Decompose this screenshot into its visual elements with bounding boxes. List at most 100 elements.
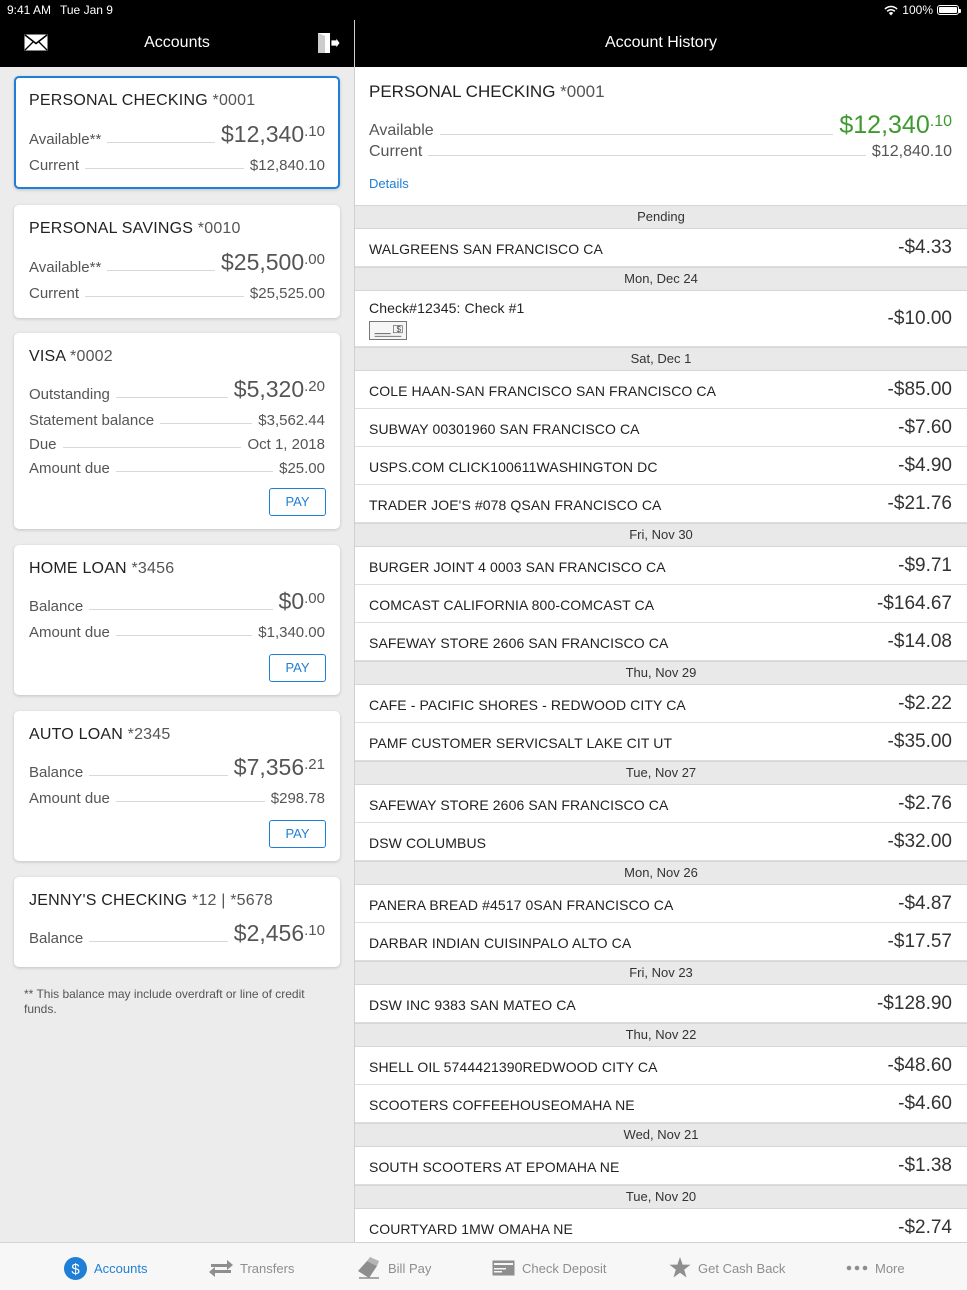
outstanding-balance: $5,320.20: [233, 376, 325, 402]
account-title: PERSONAL CHECKING *0001: [29, 92, 255, 110]
row-label: Available**: [29, 259, 102, 276]
transaction-description: BURGER JOINT 4 0003 SAN FRANCISCO CA: [369, 559, 666, 575]
tab-label: Check Deposit: [522, 1260, 607, 1276]
transaction-amount: -$1.38: [898, 1155, 952, 1176]
transaction-row[interactable]: TRADER JOE'S #078 QSAN FRANCISCO CA -$21.…: [355, 485, 967, 523]
transaction-amount: -$85.00: [887, 379, 952, 400]
transaction-row[interactable]: DSW INC 9383 SAN MATEO CA -$128.90: [355, 985, 967, 1023]
account-name: PERSONAL SAVINGS: [29, 220, 194, 237]
account-number: *0001: [212, 92, 256, 109]
transaction-row[interactable]: WALGREENS SAN FRANCISCO CA -$4.33: [355, 229, 967, 267]
transaction-row[interactable]: BURGER JOINT 4 0003 SAN FRANCISCO CA -$9.…: [355, 547, 967, 585]
tab-label: More: [875, 1260, 905, 1276]
status-right: 100%: [884, 3, 961, 17]
account-card-personal-savings[interactable]: PERSONAL SAVINGS *0010 Available** $25,5…: [14, 205, 340, 318]
sign-out-icon[interactable]: [316, 32, 340, 54]
date-section-header: Mon, Nov 26: [355, 861, 967, 885]
account-card-home-loan[interactable]: HOME LOAN *3456 Balance $0.00 Amount due…: [14, 545, 340, 695]
pay-button[interactable]: PAY: [269, 488, 326, 516]
available-balance: $12,340.10: [221, 121, 325, 147]
details-link[interactable]: Details: [369, 176, 409, 191]
current-balance: $12,840.10: [249, 157, 325, 174]
transaction-description: TRADER JOE'S #078 QSAN FRANCISCO CA: [369, 497, 662, 513]
transaction-row[interactable]: SUBWAY 00301960 SAN FRANCISCO CA -$7.60: [355, 409, 967, 447]
detail-available-label: Available: [369, 122, 434, 139]
transaction-amount: -$4.33: [898, 237, 952, 258]
tab-label: Get Cash Back: [698, 1260, 786, 1276]
transaction-row[interactable]: PANERA BREAD #4517 0SAN FRANCISCO CA -$4.…: [355, 885, 967, 923]
statement-balance: $3,562.44: [258, 412, 325, 429]
transaction-amount: -$2.76: [898, 793, 952, 814]
transaction-row[interactable]: CAFE - PACIFIC SHORES - REDWOOD CITY CA -…: [355, 685, 967, 723]
tab-check-deposit[interactable]: Check Deposit: [492, 1255, 607, 1281]
date-section-header: Wed, Nov 21: [355, 1123, 967, 1147]
row-label: Balance: [29, 764, 84, 781]
transaction-amount: -$7.60: [898, 417, 952, 438]
account-summary: PERSONAL CHECKING *0001 Available $12,34…: [355, 67, 967, 205]
transaction-list: Pending WALGREENS SAN FRANCISCO CA -$4.33 M…: [355, 205, 967, 1242]
pay-button[interactable]: PAY: [269, 654, 326, 682]
accounts-navbar: Accounts: [0, 20, 354, 67]
transaction-row[interactable]: DARBAR INDIAN CUISINPALO ALTO CA -$17.57: [355, 923, 967, 961]
date-section-header: Tue, Nov 20: [355, 1185, 967, 1209]
account-card-visa[interactable]: VISA *0002 Outstanding $5,320.20 Stateme…: [14, 333, 340, 529]
pay-button[interactable]: PAY: [269, 820, 326, 848]
date-section-header: Fri, Nov 30: [355, 523, 967, 547]
account-title: PERSONAL SAVINGS *0010: [29, 220, 241, 238]
transaction-row[interactable]: USPS.COM CLICK100611WASHINGTON DC -$4.90: [355, 447, 967, 485]
row-label: Due: [29, 436, 57, 453]
accounts-list: PERSONAL CHECKING *0001 Available** $12,…: [0, 67, 354, 1242]
transaction-description: WALGREENS SAN FRANCISCO CA: [369, 241, 603, 257]
due-row: Due Oct 1, 2018: [29, 431, 325, 453]
account-title: HOME LOAN *3456: [29, 560, 174, 578]
tab-get-cash-back[interactable]: Get Cash Back: [669, 1255, 785, 1281]
transaction-amount: -$10.00: [887, 308, 952, 329]
transaction-row[interactable]: Check#12345: Check #1 -$10.00 $: [355, 291, 967, 347]
transaction-row[interactable]: SHELL OIL 5744421390REDWOOD CITY CA -$48.…: [355, 1047, 967, 1085]
balance-footnote: ** This balance may include overdraft or…: [24, 987, 305, 1016]
check-image-icon[interactable]: $: [369, 321, 407, 340]
due-date: Oct 1, 2018: [247, 436, 325, 453]
row-label: Amount due: [29, 624, 110, 641]
transaction-row[interactable]: COLE HAAN-SAN FRANCISCO SAN FRANCISCO CA…: [355, 371, 967, 409]
transaction-amount: -$164.67: [876, 593, 952, 614]
balance-row: Balance $0.00: [29, 588, 325, 615]
status-date: Tue Jan 9: [60, 3, 113, 17]
tab-bar: $ Accounts Transfers Bill Pay Check Depo…: [0, 1242, 967, 1290]
account-number: *3456: [131, 560, 175, 577]
account-card-jennys-checking[interactable]: JENNY'S CHECKING *12 | *5678 Balance $2,…: [14, 877, 340, 967]
tab-label: Accounts: [94, 1260, 148, 1276]
more-dots-icon: [846, 1265, 868, 1271]
transaction-description: USPS.COM CLICK100611WASHINGTON DC: [369, 459, 658, 475]
transaction-row[interactable]: SOUTH SCOOTERS AT EPOMAHA NE -$1.38: [355, 1147, 967, 1185]
transaction-amount: -$48.60: [887, 1055, 952, 1076]
tab-accounts[interactable]: $ Accounts: [64, 1255, 147, 1281]
current-row: Current $12,840.10: [29, 152, 325, 174]
tab-bill-pay[interactable]: Bill Pay: [357, 1255, 431, 1281]
account-name: PERSONAL CHECKING: [29, 92, 208, 109]
account-card-auto-loan[interactable]: AUTO LOAN *2345 Balance $7,356.21 Amount…: [14, 711, 340, 861]
accounts-title: Accounts: [144, 34, 210, 51]
transaction-row[interactable]: COURTYARD 1MW OMAHA NE -$2.74: [355, 1209, 967, 1242]
date-section-header: Thu, Nov 22: [355, 1023, 967, 1047]
row-label: Amount due: [29, 790, 110, 807]
account-card-personal-checking[interactable]: PERSONAL CHECKING *0001 Available** $12,…: [14, 76, 340, 189]
transaction-row[interactable]: DSW COLUMBUS -$32.00: [355, 823, 967, 861]
account-number: *0002: [70, 348, 113, 365]
balance-row: Balance $7,356.21: [29, 754, 325, 781]
balance-row: Balance $2,456.10: [29, 920, 325, 947]
loan-balance: $0.00: [278, 588, 325, 614]
available-row: Available** $25,500.00: [29, 249, 325, 276]
transaction-description: DARBAR INDIAN CUISINPALO ALTO CA: [369, 935, 632, 951]
transaction-row[interactable]: PAMF CUSTOMER SERVICSALT LAKE CIT UT -$35…: [355, 723, 967, 761]
transaction-row[interactable]: COMCAST CALIFORNIA 800-COMCAST CA -$164.6…: [355, 585, 967, 623]
transaction-row[interactable]: SAFEWAY STORE 2606 SAN FRANCISCO CA -$14.…: [355, 623, 967, 661]
current-balance: $25,525.00: [249, 285, 325, 302]
transaction-amount: -$21.76: [887, 493, 952, 514]
transaction-row[interactable]: SAFEWAY STORE 2606 SAN FRANCISCO CA -$2.7…: [355, 785, 967, 823]
transaction-row[interactable]: SCOOTERS COFFEEHOUSEOMAHA NE -$4.60: [355, 1085, 967, 1123]
tab-transfers[interactable]: Transfers: [209, 1255, 294, 1281]
detail-current-row: Current $12,840.10: [369, 143, 952, 161]
tab-more[interactable]: More: [846, 1255, 905, 1281]
date-section-header: Mon, Dec 24: [355, 267, 967, 291]
